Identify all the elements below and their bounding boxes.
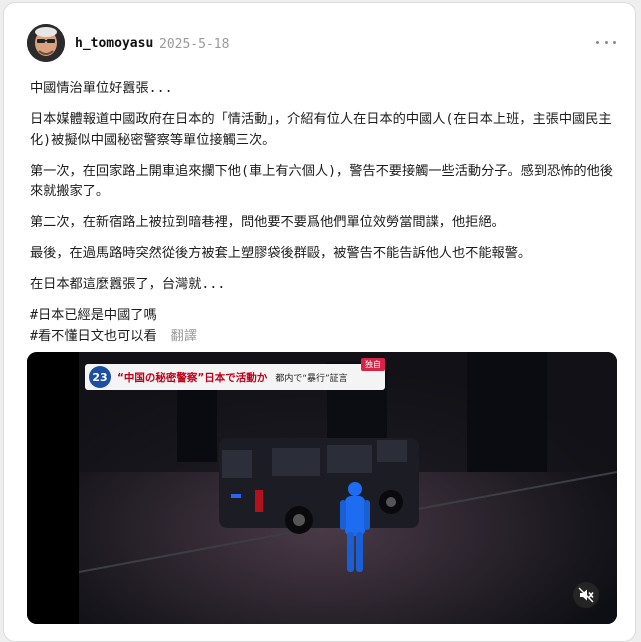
post-paragraph: 在日本都這麼囂張了，台灣就... <box>30 277 226 292</box>
volume-muted-icon <box>578 587 594 603</box>
more-dot <box>613 40 616 44</box>
exclusive-badge: 独自 <box>361 358 385 371</box>
hashtag-link[interactable]: #日本已經是中國了嗎 <box>30 308 157 323</box>
more-dot <box>604 40 608 44</box>
post-paragraph: 最後，在過馬路時突然從後方被套上塑膠袋後群毆，被警告不能告訴他人也不能報警。 <box>30 246 532 261</box>
more-options-button[interactable] <box>596 34 616 50</box>
post-card: h_tomoyasu 2025-5-18 中國情治單位好囂張... 日本媒體報道… <box>3 2 636 642</box>
translate-button[interactable]: 翻譯 <box>171 329 197 344</box>
ticker-subheadline: 都内で“暴行”証言 <box>275 373 348 384</box>
ticker-headline: “中国の秘密警察”日本で活動か <box>117 371 268 384</box>
van-illustration <box>219 438 419 534</box>
post-date[interactable]: 2025-5-18 <box>159 37 229 52</box>
post-body: 中國情治單位好囂張... 日本媒體報道中國政府在日本的「情活動」，介紹有位人在日… <box>30 79 616 306</box>
mute-button[interactable] <box>573 582 599 608</box>
post-paragraph: 日本媒體報道中國政府在日本的「情活動」，介紹有位人在日本的中國人(在日本上班，主… <box>30 112 612 148</box>
avatar[interactable] <box>27 24 65 62</box>
more-horizontal-icon <box>596 40 599 44</box>
post-paragraph: 中國情治單位好囂張... <box>30 81 173 96</box>
video-player[interactable]: 23 “中国の秘密警察”日本で活動か 都内で“暴行”証言 独自 <box>27 352 617 624</box>
channel-badge: 23 <box>89 366 111 388</box>
news-ticker: 23 “中国の秘密警察”日本で活動か 都内で“暴行”証言 <box>85 364 385 390</box>
post-tags: #日本已經是中國了嗎 #看不懂日文也可以看 翻譯 <box>30 305 197 347</box>
avatar-image <box>27 24 65 62</box>
post-paragraph: 第一次，在回家路上開車追來攔下他(車上有六個人)，警告不要接觸一些活動分子。感到… <box>30 163 613 200</box>
username[interactable]: h_tomoyasu <box>75 36 153 51</box>
post-paragraph: 第二次，在新宿路上被拉到暗巷裡，問他要不要爲他們單位效勞當間諜，他拒絕。 <box>30 215 505 230</box>
hashtag-link[interactable]: #看不懂日文也可以看 <box>30 329 157 344</box>
video-frame <box>27 352 617 624</box>
